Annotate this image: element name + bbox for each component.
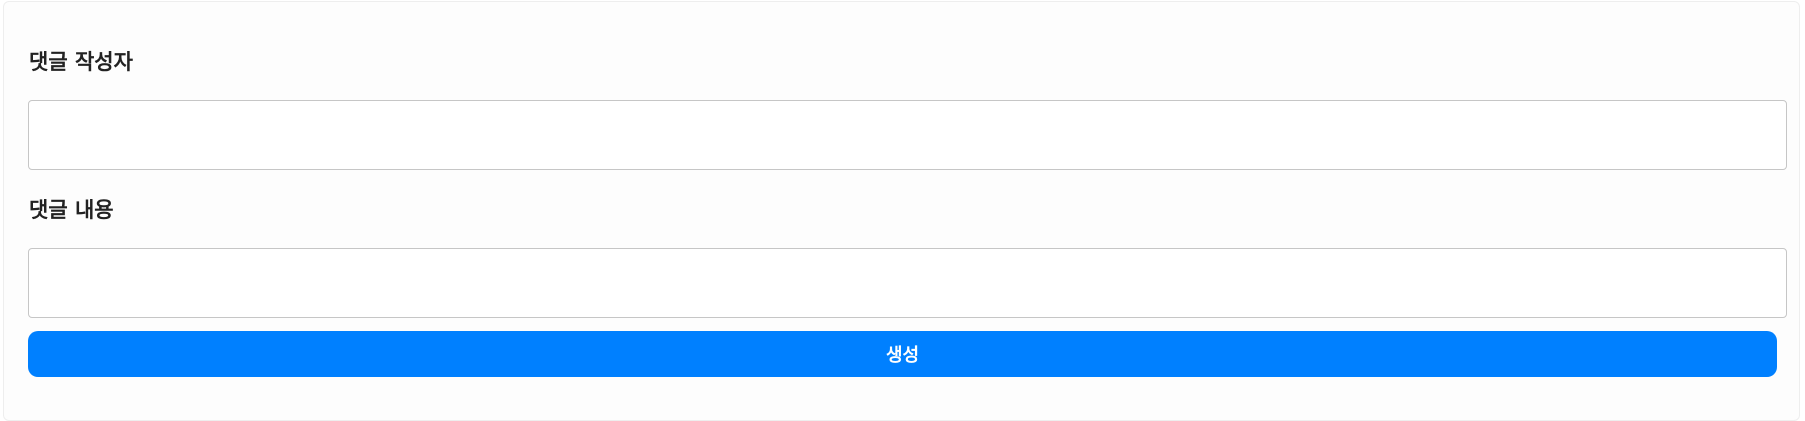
create-button[interactable]: 생성 [28,331,1777,377]
content-label: 댓글 내용 [29,198,114,222]
comment-form-card: 댓글 작성자 댓글 내용 생성 [3,1,1800,421]
author-input[interactable] [28,100,1787,170]
author-label: 댓글 작성자 [29,50,133,74]
content-input[interactable] [28,248,1787,318]
